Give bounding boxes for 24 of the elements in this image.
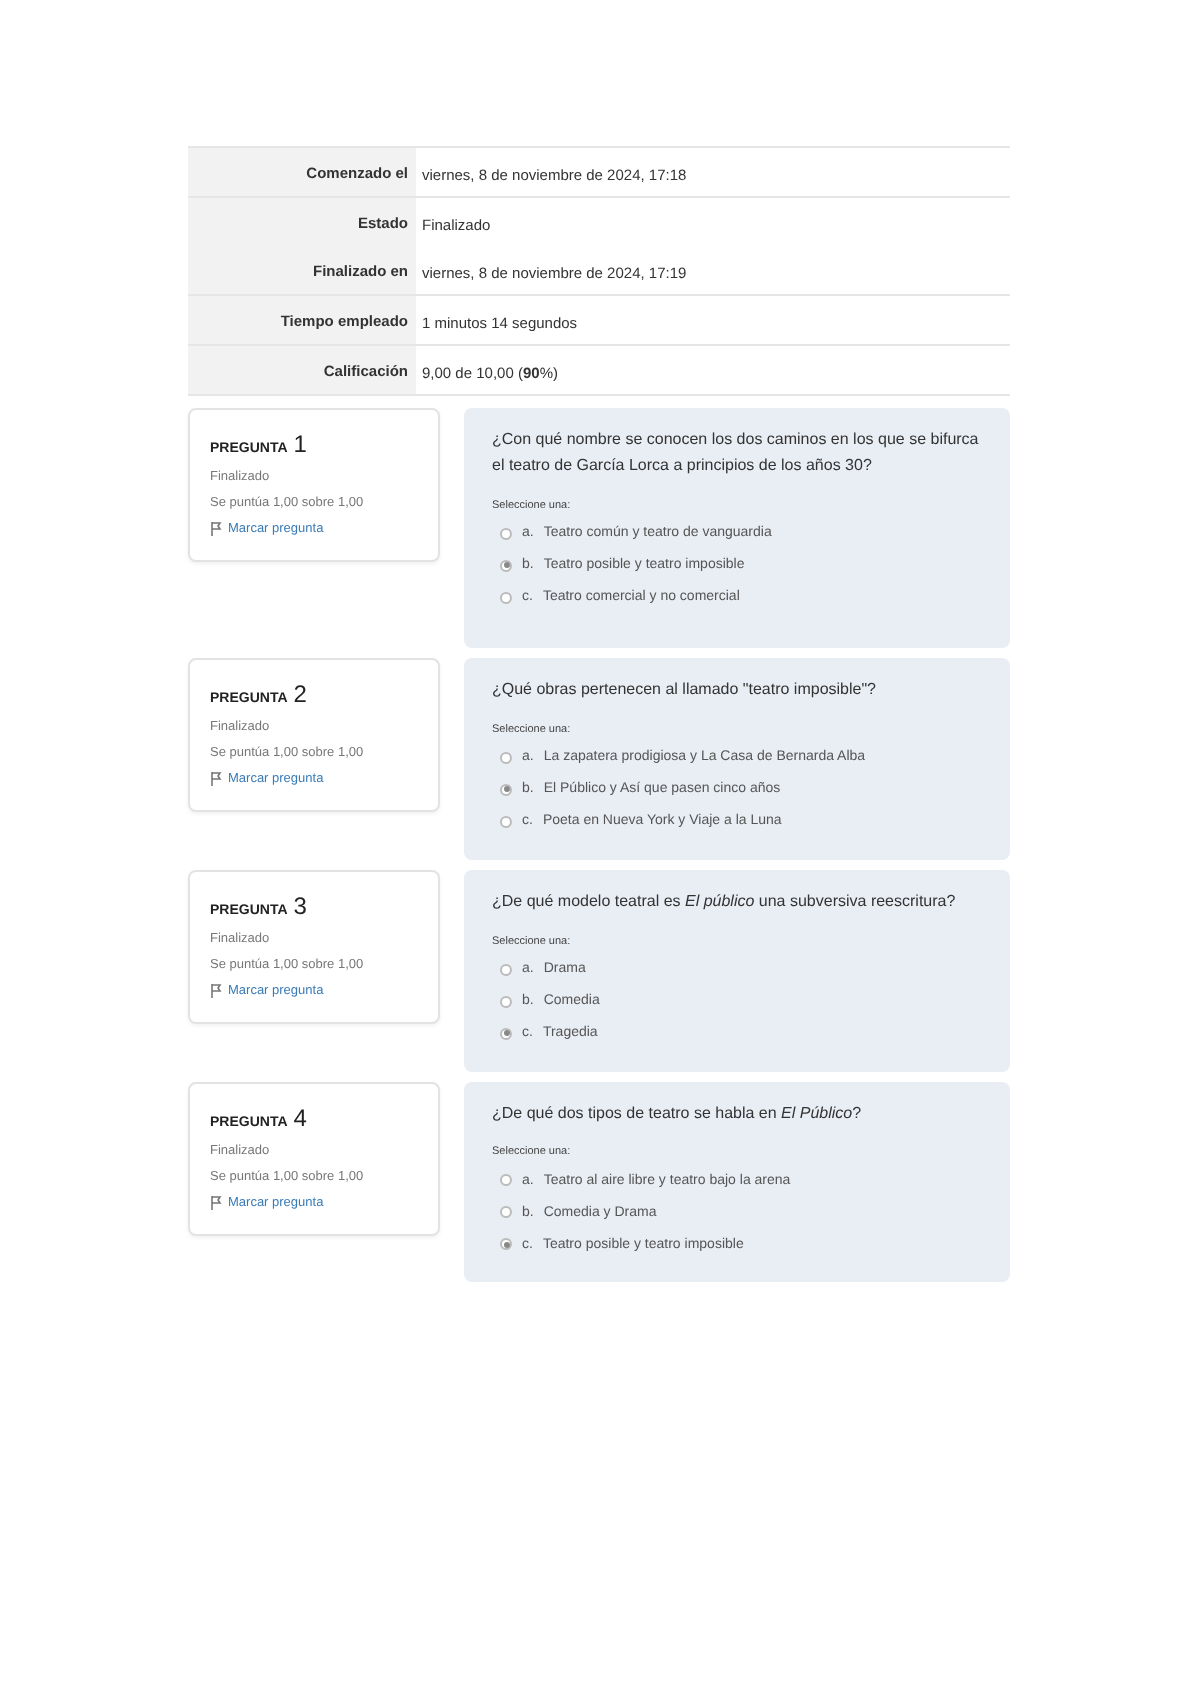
radio-button[interactable] <box>500 1174 512 1187</box>
question-text: ¿De qué modelo teatral es El público una subversiva reescritura? <box>492 889 958 914</box>
question-number: 1 <box>293 430 307 458</box>
radio-button[interactable] <box>500 1206 512 1219</box>
flag-icon <box>210 983 222 998</box>
question-number: 3 <box>293 891 307 920</box>
question-text: ¿Con qué nombre se conocen los dos caminos en los que se bifurca el teatro de García Lorca a principios de los años 30? <box>492 428 981 478</box>
radio-button[interactable] <box>500 1238 512 1251</box>
flag-icon <box>210 522 222 536</box>
radio-button[interactable] <box>500 963 512 976</box>
question-text: ¿Qué obras pertenecen al llamado "teatro imposible"? <box>492 678 879 702</box>
radio-button[interactable] <box>500 751 512 764</box>
radio-button[interactable] <box>500 995 512 1008</box>
flag-icon <box>210 1195 222 1210</box>
question-number: 2 <box>293 680 307 708</box>
radio-button[interactable] <box>500 527 512 540</box>
flag-icon <box>210 772 222 786</box>
question-text: ¿De qué dos tipos de teatro se habla en El Público? <box>492 1101 864 1126</box>
radio-button[interactable] <box>500 559 512 572</box>
question-number: 4 <box>293 1103 307 1132</box>
radio-button[interactable] <box>500 783 512 796</box>
radio-button[interactable] <box>500 591 512 604</box>
radio-button[interactable] <box>500 1027 512 1040</box>
radio-button[interactable] <box>500 815 512 828</box>
